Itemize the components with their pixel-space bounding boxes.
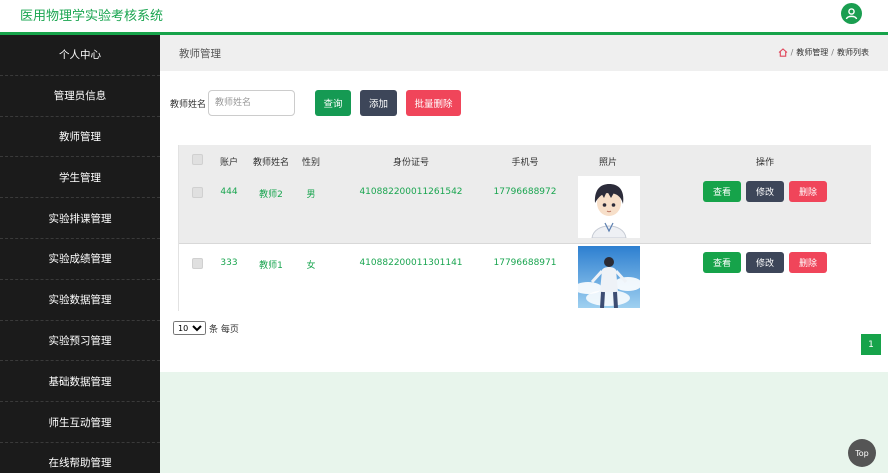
breadcrumb-separator: / [790,48,794,57]
batch-delete-button[interactable]: 批量删除 [406,90,461,116]
page-size-control: 10 条 每页 [173,321,239,335]
sidebar-item-student-management[interactable]: 学生管理 [0,157,160,199]
cell-phone: 17796688971 [493,258,557,268]
sidebar-item-admin-info[interactable]: 管理员信息 [0,76,160,117]
user-icon-glyph [845,8,858,20]
cell-phone: 17796688972 [493,187,557,197]
page-number-button[interactable]: 1 [861,334,881,355]
select-all-checkbox[interactable] [192,154,203,165]
sidebar-item-help-management[interactable]: 在线帮助管理 [0,443,160,473]
sidebar-item-interaction-management[interactable]: 师生互动管理 [0,402,160,443]
column-header-phone: 手机号 [511,158,539,168]
sidebar-item-preview-management[interactable]: 实验预习管理 [0,321,160,362]
teacher-name-input[interactable] [208,90,296,116]
delete-button[interactable]: 删除 [789,181,827,202]
edit-button[interactable]: 修改 [746,252,784,273]
page-title: 教师管理 [179,48,221,60]
sidebar-item-label: 在线帮助管理 [48,457,112,470]
column-header-actions: 操作 [755,158,775,168]
sidebar: 个人中心 管理员信息 教师管理 学生管理 实验排课管理 实验成绩管理 实验数据管… [0,35,160,473]
view-button[interactable]: 查看 [703,181,741,202]
top-bar: 医用物理学实验考核系统 [0,0,888,33]
sidebar-item-teacher-management[interactable]: 教师管理 [0,117,160,158]
row-checkbox[interactable] [192,187,203,198]
footer [160,372,888,473]
teacher-name-label: 教师姓名 [170,99,207,110]
cell-id-card: 410882200011261542 [359,187,463,197]
cell-id-card: 410882200011301141 [359,258,463,268]
cell-account: 333 [220,258,238,268]
sidebar-item-label: 实验预习管理 [48,334,112,347]
sidebar-item-label: 教师管理 [59,130,101,143]
breadcrumb-teacher-list: 教师列表 [837,48,869,57]
sidebar-item-label: 管理员信息 [53,90,107,103]
column-header-photo: 照片 [598,158,618,168]
sidebar-item-basic-data-management[interactable]: 基础数据管理 [0,361,160,403]
page-size-select[interactable]: 10 [173,321,206,335]
teacher-photo-sky [578,246,640,308]
teacher-table: 账户 教师姓名 性别 身份证号 手机号 照片 操作 444 教师2 男 4108… [178,145,871,311]
home-icon[interactable] [778,48,788,57]
app-title: 医用物理学实验考核系统 [20,9,164,24]
add-button[interactable]: 添加 [360,90,397,116]
sidebar-item-personal-center[interactable]: 个人中心 [0,35,160,76]
column-header-gender: 性别 [301,158,321,168]
cell-teacher-name: 教师2 [259,190,283,200]
sidebar-item-label: 学生管理 [59,171,101,184]
column-header-id-card: 身份证号 [392,158,430,168]
table-row: 333 教师1 女 410882200011301141 17796688971 [179,243,871,311]
sidebar-item-label: 师生互动管理 [48,416,112,429]
breadcrumb-separator: / [831,48,834,57]
table-header-row: 账户 教师姓名 性别 身份证号 手机号 照片 操作 444 教师2 男 4108… [179,145,871,243]
sidebar-item-label: 基础数据管理 [48,375,112,388]
query-button[interactable]: 查询 [315,90,351,116]
sidebar-item-label: 实验数据管理 [48,294,112,307]
back-to-top-button[interactable]: Top [848,439,876,467]
column-header-teacher-name: 教师姓名 [252,158,290,168]
sidebar-item-label: 个人中心 [59,49,101,62]
per-page-label: 条 每页 [209,324,239,335]
column-header-account: 账户 [219,158,239,168]
cell-teacher-name: 教师1 [259,261,283,271]
view-button[interactable]: 查看 [703,252,741,273]
sidebar-item-label: 实验成绩管理 [48,253,112,266]
sidebar-item-schedule-management[interactable]: 实验排课管理 [0,198,160,239]
row-checkbox[interactable] [192,258,203,269]
breadcrumb-teacher-management[interactable]: 教师管理 [796,47,828,58]
breadcrumb: / 教师管理 / 教师列表 [778,47,869,58]
cell-account: 444 [220,187,238,197]
teacher-photo-cartoon [578,176,640,238]
sidebar-item-data-management[interactable]: 实验数据管理 [0,280,160,321]
sidebar-item-score-management[interactable]: 实验成绩管理 [0,239,160,280]
search-bar: 教师姓名 [170,90,296,116]
edit-button[interactable]: 修改 [746,181,784,202]
sidebar-item-label: 实验排课管理 [48,212,112,225]
main-content: 教师管理 / 教师管理 / 教师列表 教师姓名 查询 添加 批量删除 账户 教师… [160,35,888,473]
page-header: 教师管理 / 教师管理 / 教师列表 [160,35,888,71]
user-icon[interactable] [841,3,862,24]
cell-gender: 男 [306,190,316,200]
delete-button[interactable]: 删除 [789,252,827,273]
cell-gender: 女 [306,261,316,271]
